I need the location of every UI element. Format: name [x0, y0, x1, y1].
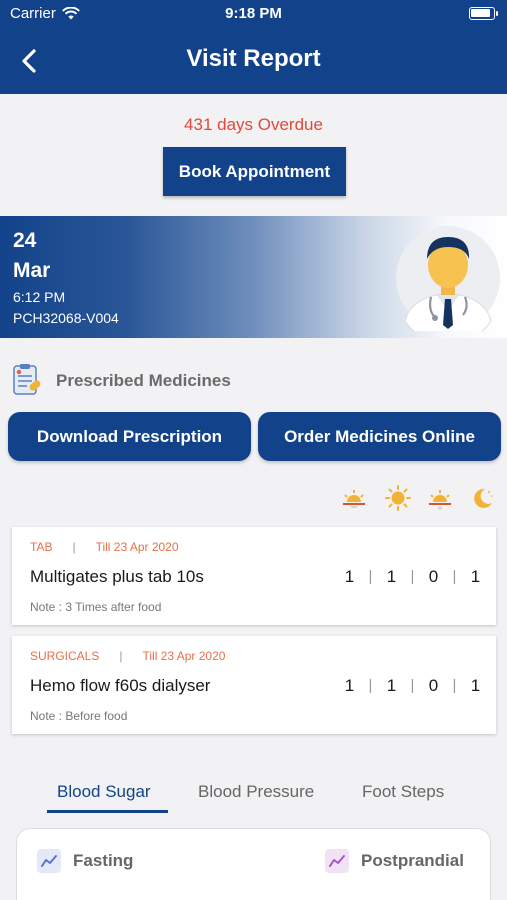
- medicine-card[interactable]: TAB | Till 23 Apr 2020 Multigates plus t…: [12, 527, 496, 625]
- battery-icon: [469, 7, 498, 20]
- health-tabs: Blood Sugar Blood Pressure Foot Steps: [0, 770, 507, 814]
- dose-evening: 0: [428, 676, 439, 695]
- dose-noon: 1: [386, 676, 397, 695]
- meta-separator: |: [72, 540, 76, 554]
- page-title: Visit Report: [186, 45, 321, 72]
- dose-separator: |: [452, 677, 457, 694]
- prescribed-medicines-label: Prescribed Medicines: [56, 371, 231, 390]
- medicine-card[interactable]: SURGICALS | Till 23 Apr 2020 Hemo flow f…: [12, 636, 496, 734]
- medicine-meta: TAB | Till 23 Apr 2020: [30, 540, 179, 554]
- dose-separator: |: [368, 677, 373, 694]
- medicine-note: Note : 3 Times after food: [30, 600, 162, 614]
- active-tab-indicator: [47, 810, 168, 813]
- sunrise-icon: [343, 490, 365, 508]
- dose-separator: |: [368, 568, 373, 585]
- legend-postprandial-label: Postprandial: [361, 851, 464, 870]
- dose-separator: |: [410, 677, 415, 694]
- dose-night: 1: [470, 676, 481, 695]
- medicine-doses: 1 | 1 | 0 | 1: [339, 567, 486, 587]
- dose-morning: 1: [344, 676, 355, 695]
- prescription-icon: [13, 364, 41, 395]
- medicine-name: Hemo flow f60s dialyser: [30, 676, 211, 695]
- doctor-avatar-icon: [396, 226, 500, 331]
- dose-separator: |: [452, 568, 457, 585]
- medicine-doses: 1 | 1 | 0 | 1: [339, 676, 486, 696]
- moon-icon: [474, 488, 493, 508]
- tab-blood-pressure[interactable]: Blood Pressure: [198, 782, 314, 802]
- visit-day: 24: [13, 229, 37, 252]
- legend-fasting-label: Fasting: [73, 851, 134, 870]
- visit-month: Mar: [13, 259, 51, 282]
- tab-foot-steps[interactable]: Foot Steps: [362, 782, 444, 802]
- overdue-status: 431 days Overdue: [184, 115, 323, 134]
- dose-noon: 1: [386, 567, 397, 586]
- medicine-meta: SURGICALS | Till 23 Apr 2020: [30, 649, 225, 663]
- order-medicines-button[interactable]: Order Medicines Online: [258, 412, 501, 461]
- medicine-type: SURGICALS: [30, 649, 100, 663]
- legend-postprandial[interactable]: Postprandial: [325, 849, 464, 873]
- download-prescription-button[interactable]: Download Prescription: [8, 412, 251, 461]
- medicine-note: Note : Before food: [30, 709, 128, 723]
- dose-night: 1: [470, 567, 481, 586]
- medicine-till-date: Till 23 Apr 2020: [142, 649, 226, 663]
- dose-separator: |: [410, 568, 415, 585]
- medicine-name: Multigates plus tab 10s: [30, 567, 204, 586]
- visit-time: 6:12 PM: [13, 289, 66, 305]
- visit-banner[interactable]: 24 Mar 6:12 PM PCH32068-V004: [0, 216, 507, 338]
- tab-blood-sugar[interactable]: Blood Sugar: [57, 782, 151, 802]
- medicine-type: TAB: [30, 540, 53, 554]
- visit-id: PCH32068-V004: [13, 310, 119, 326]
- status-bar: Carrier 9:18 PM: [0, 0, 507, 28]
- chart-line-icon: [37, 849, 61, 873]
- blood-sugar-chart-card: Fasting Postprandial: [16, 828, 491, 900]
- book-appointment-button[interactable]: Book Appointment: [163, 147, 346, 196]
- chart-line-icon: [325, 849, 349, 873]
- sun-icon: [385, 485, 411, 511]
- meta-separator: |: [119, 649, 123, 663]
- medicine-till-date: Till 23 Apr 2020: [95, 540, 179, 554]
- dose-morning: 1: [344, 567, 355, 586]
- status-time: 9:18 PM: [225, 5, 282, 22]
- legend-fasting[interactable]: Fasting: [37, 849, 133, 873]
- nav-bar: Visit Report: [0, 28, 507, 94]
- dose-evening: 0: [428, 567, 439, 586]
- sunset-icon: [429, 490, 451, 511]
